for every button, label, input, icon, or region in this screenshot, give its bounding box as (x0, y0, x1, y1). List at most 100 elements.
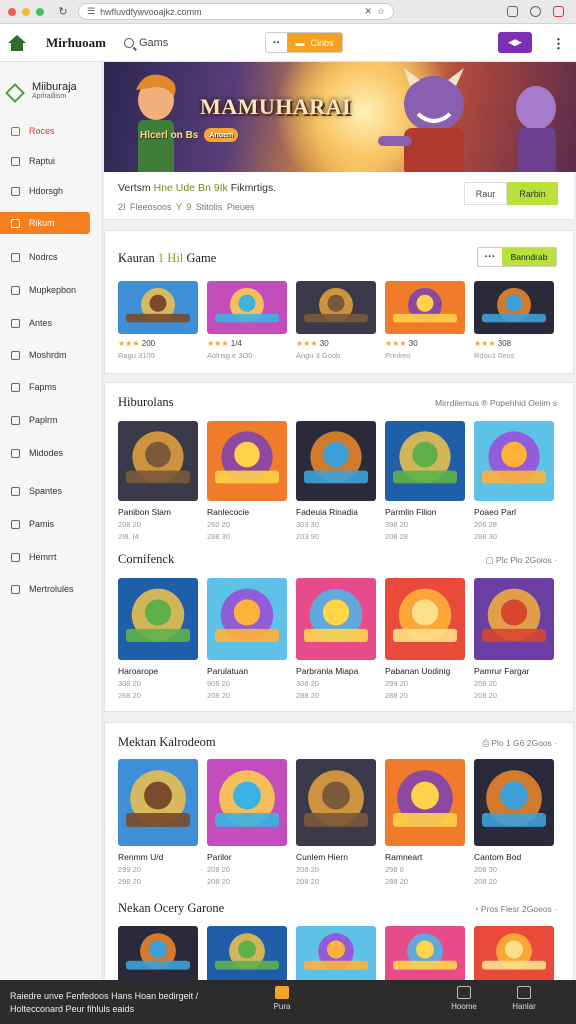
game-thumbnail[interactable] (385, 421, 465, 501)
game-thumbnail[interactable] (118, 578, 198, 660)
game-tile[interactable]: Panibon Slam 208 20 2I8. I4 (118, 421, 198, 541)
sidebar-item[interactable]: Roces (0, 120, 103, 142)
hiburolans-filter[interactable]: Mirrdilemus ® Popehhid Oelim s (435, 398, 557, 408)
info-primary-button[interactable]: Rarbin (507, 182, 558, 205)
game-thumbnail[interactable] (385, 759, 465, 846)
sidebar-item[interactable]: Rikum (0, 212, 90, 234)
game-thumbnail[interactable] (296, 926, 376, 982)
game-thumbnail[interactable] (207, 926, 287, 982)
game-thumbnail[interactable] (118, 421, 198, 501)
game-tile[interactable] (296, 926, 376, 982)
game-thumbnail[interactable] (296, 421, 376, 501)
game-tile[interactable] (385, 926, 465, 982)
sidebar-item[interactable]: Midodes (0, 442, 103, 464)
info-secondary-button[interactable]: Raur (464, 182, 507, 205)
minimize-window-dot[interactable] (22, 7, 30, 16)
game-thumbnail[interactable] (296, 578, 376, 660)
close-window-dot[interactable] (8, 7, 16, 16)
game-tile[interactable] (118, 926, 198, 982)
sidebar-item[interactable]: Raptui (0, 150, 103, 172)
game-tile[interactable]: Renmm U/d 299 20 298 20 (118, 759, 198, 886)
sidebar-item[interactable]: Pamis (0, 513, 103, 535)
nekan-filter[interactable]: ◔ Pros Flesr 2Goeos · (473, 904, 557, 914)
game-tile[interactable]: Pabanan Uodinig 299 20 288 20 (385, 578, 465, 700)
game-thumbnail[interactable] (385, 578, 465, 660)
search-button[interactable]: Gams (123, 37, 168, 49)
sidebar-item[interactable]: Mertrolules (0, 578, 103, 600)
game-thumbnail[interactable] (474, 421, 554, 501)
featured-more-button[interactable]: ··· (478, 248, 502, 266)
game-tile[interactable]: Cunlem Hiern 208 20 208 20 (296, 759, 376, 886)
hero-banner[interactable]: MAMUHARAI Hlcerl on Bs Anuem (104, 62, 576, 172)
game-thumbnail[interactable] (207, 281, 287, 334)
game-tile[interactable]: Parilor 208 20 208 20 (207, 759, 287, 886)
reload-icon[interactable]: ↻ (56, 5, 70, 19)
bottom-tab-1[interactable]: Pura (262, 986, 302, 1011)
sidebar-item[interactable]: Moshrdm (0, 344, 103, 366)
header-more-button[interactable]: ·· (266, 33, 287, 52)
game-thumbnail[interactable] (207, 421, 287, 501)
sidebar-item[interactable]: Mupkepbon (0, 279, 103, 301)
extensions-icon[interactable] (530, 6, 541, 17)
game-thumbnail[interactable] (296, 281, 376, 334)
sidebar-item[interactable]: Nodrcs (0, 246, 103, 268)
game-thumbnail[interactable] (474, 281, 554, 334)
address-bar[interactable]: ☰ hwfluvdfywvooajkz.comm ✕ ☆ (78, 3, 394, 20)
featured-action-button[interactable]: Banndrab (502, 248, 556, 266)
tabs-icon[interactable] (507, 6, 518, 17)
bookmark-star-icon[interactable]: ☆ (377, 6, 385, 17)
game-thumbnail[interactable] (118, 759, 198, 846)
game-thumbnail[interactable] (385, 281, 465, 334)
game-tile[interactable]: Fadeuia Rinadia 303 30 203 90 (296, 421, 376, 541)
game-tile[interactable]: Parbranla Miapa 308 20 288 20 (296, 578, 376, 700)
hero-cta-button[interactable]: Anuem (204, 128, 239, 142)
game-thumbnail[interactable] (207, 578, 287, 660)
game-tile[interactable]: Cantom Bod 208 30 208 20 (474, 759, 554, 886)
game-tile[interactable]: Parulatuan 906 20 208 20 (207, 578, 287, 700)
sidebar-item[interactable]: Spantes (0, 480, 103, 502)
game-thumbnail[interactable] (474, 759, 554, 846)
game-tile[interactable]: Poaeo Parl 206 28 288 30 (474, 421, 554, 541)
game-tile[interactable]: Ranlecocie 260 20 288 30 (207, 421, 287, 541)
kebab-menu-icon[interactable]: ⋮ (552, 36, 565, 52)
game-tile[interactable]: Ramneart 298 0 288 20 (385, 759, 465, 886)
game-tile[interactable]: ★★★ 30 Angu 3 Goob (296, 281, 376, 360)
info-stats: 2I Fleeosoos Y 9 Stitolis Pieues (118, 202, 254, 212)
sidebar-item[interactable]: Hdorsgh (0, 180, 103, 202)
maximize-window-dot[interactable] (36, 7, 44, 16)
game-tile[interactable]: Pamrur Fargar 208 20 208 20 (474, 578, 554, 700)
game-tile[interactable]: ★★★ 200 Ragu 3100 (118, 281, 198, 360)
mektan-filter[interactable]: ⎙ Plo 1 G6 2Goos · (482, 738, 557, 749)
game-thumbnail[interactable] (118, 281, 198, 334)
game-tile[interactable]: Haroarope 308 20 268 20 (118, 578, 198, 700)
bottom-tab-2[interactable]: Hoome (444, 986, 484, 1011)
profile-icon[interactable] (553, 6, 564, 17)
header-play-button[interactable]: ▬ Cinbs (287, 33, 342, 52)
game-title: Parmlin Filion (385, 507, 437, 517)
bottom-tab-3[interactable]: Hanlar (504, 986, 544, 1011)
game-tile[interactable] (474, 926, 554, 982)
brand-name[interactable]: Mirhuoam (46, 35, 106, 51)
sidebar-item[interactable]: Paplrm (0, 409, 103, 431)
sidebar-item-icon (11, 126, 20, 136)
game-tile[interactable] (207, 926, 287, 982)
game-thumbnail[interactable] (296, 759, 376, 846)
game-thumbnail[interactable] (207, 759, 287, 846)
sidebar-item[interactable]: Antes (0, 312, 103, 334)
promo-button[interactable]: ◀▶ (498, 32, 532, 53)
game-thumbnail[interactable] (118, 926, 198, 982)
sidebar-item[interactable]: Hemrrt (0, 546, 103, 568)
game-thumbnail[interactable] (385, 926, 465, 982)
game-tile[interactable]: ★★★ 308 Rdou1 0eos (474, 281, 554, 360)
game-thumbnail[interactable] (474, 578, 554, 660)
sidebar-brand[interactable]: Miiburaja Aprlraillism (0, 62, 102, 112)
close-url-icon[interactable]: ✕ (364, 6, 372, 17)
game-tile[interactable]: Parmlin Filion 398 20 208 28 (385, 421, 465, 541)
game-tile[interactable]: ★★★ 30 Pnnkeo (385, 281, 465, 360)
game-thumbnail[interactable] (474, 926, 554, 982)
sidebar-item[interactable]: Fapms (0, 376, 103, 398)
cornifenck-filter[interactable]: ▢ Plc Plo 2Goios · (486, 555, 557, 566)
hero-title: MAMUHARAI (200, 94, 352, 119)
game-tile[interactable]: ★★★ 1/4 Aolnsg e 3O0 (207, 281, 287, 360)
home-icon[interactable] (8, 34, 26, 51)
